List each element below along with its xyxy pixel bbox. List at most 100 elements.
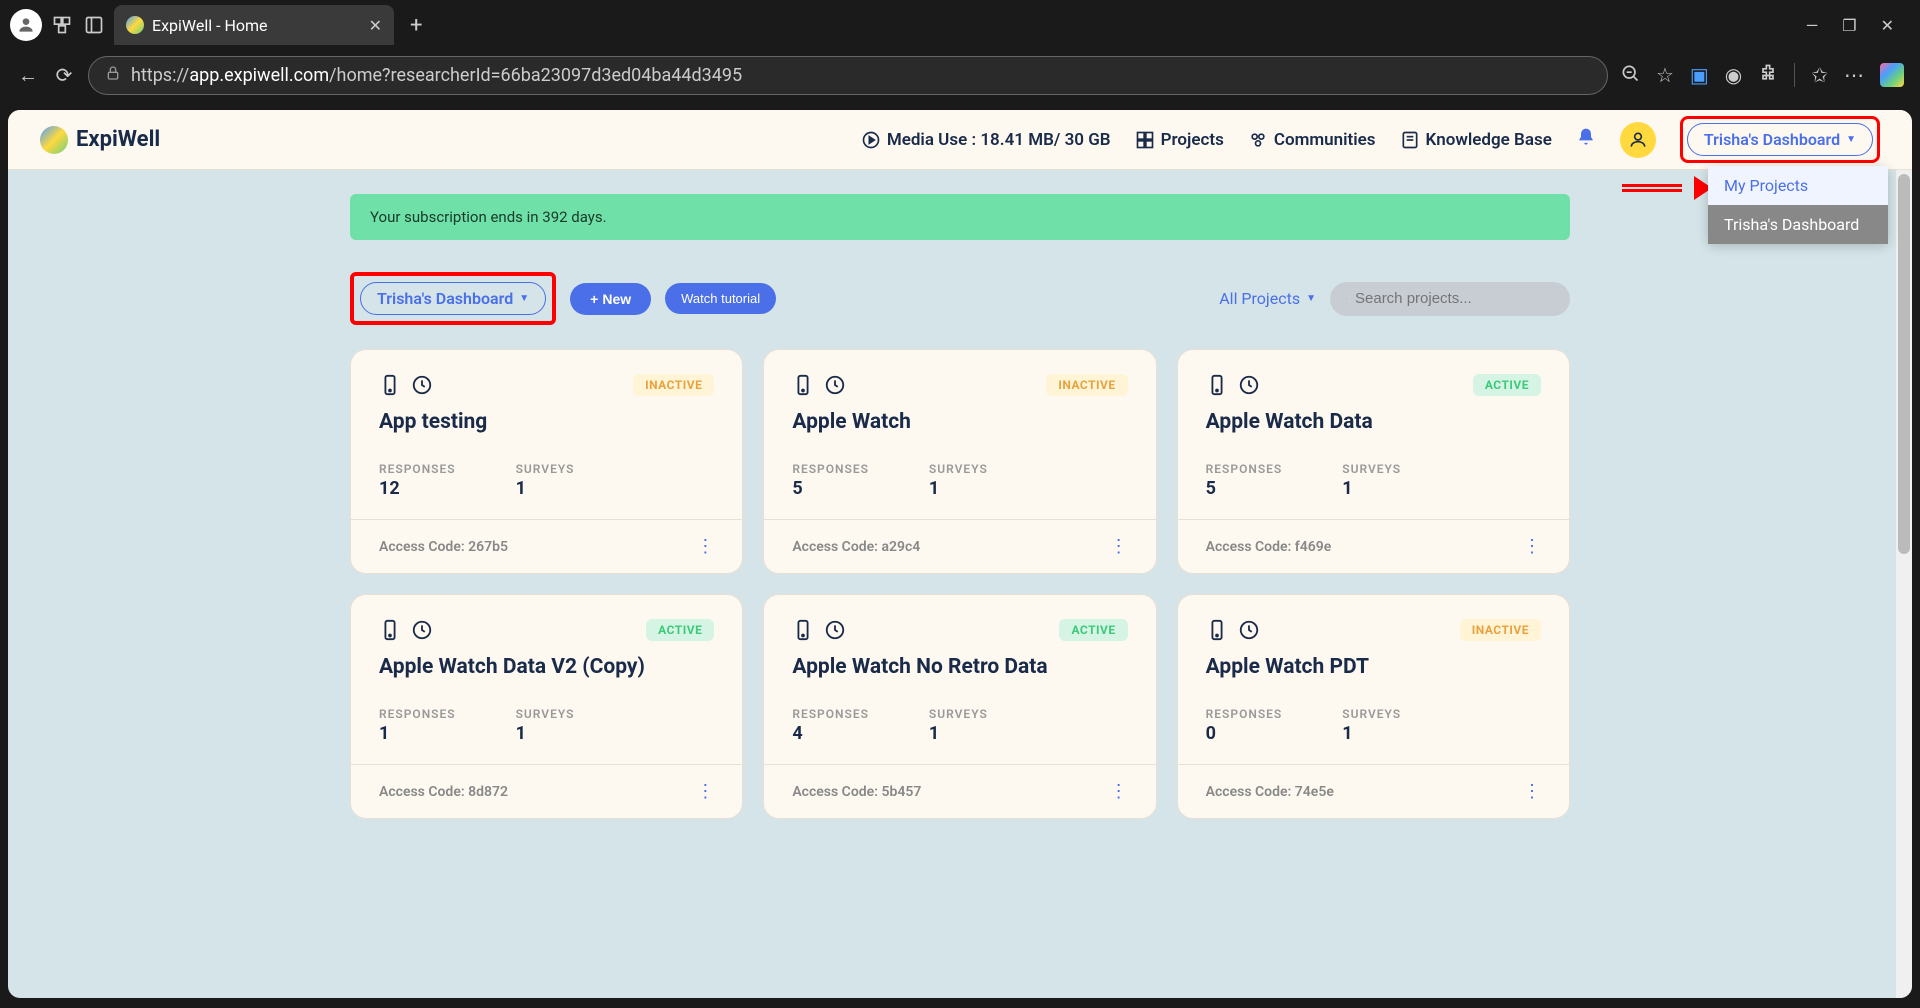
dropdown-item-my-projects[interactable]: My Projects (1708, 166, 1888, 205)
dropdown-item-trishas-dashboard[interactable]: Trisha's Dashboard (1708, 205, 1888, 244)
logo-icon (40, 126, 68, 154)
watch-tutorial-button[interactable]: Watch tutorial (665, 283, 776, 314)
dashboard-dropdown-header[interactable]: Trisha's Dashboard ▼ (1687, 123, 1873, 156)
surveys-value: 1 (516, 478, 575, 499)
card-device-icons (379, 374, 433, 396)
refresh-button[interactable]: ⟳ (52, 63, 76, 87)
card-device-icons (792, 619, 846, 641)
project-title: Apple Watch (792, 410, 1127, 434)
toolbar-icons: ☆ ▣ ◉ ✩ ⋯ (1620, 63, 1904, 88)
surveys-label: SURVEYS (1342, 707, 1401, 721)
clock-icon (824, 374, 846, 396)
nav-projects[interactable]: Projects (1135, 130, 1224, 150)
clock-icon (1238, 619, 1260, 641)
close-window-icon[interactable]: ✕ (1881, 16, 1894, 35)
annotation-rect-header: Trisha's Dashboard ▼ (1680, 116, 1880, 163)
phone-icon (792, 374, 814, 396)
responses-value: 4 (792, 723, 869, 744)
responses-label: RESPONSES (1206, 462, 1283, 476)
minimize-icon[interactable]: — (1806, 16, 1819, 35)
responses-label: RESPONSES (1206, 707, 1283, 721)
projects-filter-dropdown[interactable]: All Projects ▼ (1219, 289, 1316, 308)
status-badge: INACTIVE (1460, 619, 1541, 641)
card-menu-icon[interactable]: ⋮ (1110, 781, 1128, 802)
address-bar[interactable]: https://app.expiwell.com/home?researcher… (88, 56, 1608, 95)
new-tab-button[interactable]: + (410, 13, 422, 38)
user-avatar[interactable] (1620, 122, 1656, 158)
surveys-label: SURVEYS (516, 462, 575, 476)
favorites-bar-icon[interactable]: ✩ (1811, 63, 1828, 87)
surveys-label: SURVEYS (929, 707, 988, 721)
project-card[interactable]: ACTIVE Apple Watch Data RESPONSES 5 SURV… (1177, 349, 1570, 574)
media-use: Media Use : 18.41 MB/ 30 GB (861, 130, 1111, 150)
project-title: Apple Watch Data (1206, 410, 1541, 434)
new-project-button[interactable]: + New (570, 283, 651, 315)
search-box[interactable] (1330, 282, 1570, 316)
phone-icon (379, 374, 401, 396)
project-card[interactable]: INACTIVE App testing RESPONSES 12 SURVEY… (350, 349, 743, 574)
responses-label: RESPONSES (792, 462, 869, 476)
phone-icon (792, 619, 814, 641)
project-title: Apple Watch PDT (1206, 655, 1541, 679)
favorite-icon[interactable]: ☆ (1656, 63, 1674, 87)
tab-close-icon[interactable]: ✕ (369, 16, 382, 35)
logo-text: ExpiWell (76, 127, 160, 152)
scrollbar-thumb[interactable] (1898, 174, 1910, 554)
clock-icon (824, 619, 846, 641)
clock-icon (411, 374, 433, 396)
responses-value: 5 (792, 478, 869, 499)
tab-title: ExpiWell - Home (152, 16, 268, 35)
project-card[interactable]: ACTIVE Apple Watch No Retro Data RESPONS… (763, 594, 1156, 819)
divider (1794, 63, 1795, 87)
project-card[interactable]: INACTIVE Apple Watch PDT RESPONSES 0 SUR… (1177, 594, 1570, 819)
surveys-label: SURVEYS (516, 707, 575, 721)
grammar-icon[interactable]: ◉ (1725, 63, 1742, 87)
notification-bell-icon[interactable] (1576, 127, 1596, 152)
responses-value: 0 (1206, 723, 1283, 744)
sidebar-toggle-icon[interactable] (82, 13, 106, 37)
nav-knowledge-base[interactable]: Knowledge Base (1400, 130, 1552, 150)
search-icon (1346, 290, 1347, 308)
copilot-icon[interactable] (1880, 63, 1904, 87)
app-viewport: ExpiWell Media Use : 18.41 MB/ 30 GB Pro… (8, 110, 1912, 998)
card-device-icons (792, 374, 846, 396)
responses-value: 5 (1206, 478, 1283, 499)
back-button[interactable]: ← (16, 63, 40, 88)
url-bar: ← ⟳ https://app.expiwell.com/home?resear… (0, 50, 1920, 100)
chevron-down-icon: ▼ (1846, 134, 1856, 145)
annotation-arrow (1622, 178, 1702, 198)
surveys-value: 1 (929, 723, 988, 744)
surveys-label: SURVEYS (1342, 462, 1401, 476)
collections-icon[interactable]: ▣ (1690, 63, 1709, 87)
card-menu-icon[interactable]: ⋮ (1523, 781, 1541, 802)
card-menu-icon[interactable]: ⋮ (696, 781, 714, 802)
extensions-icon[interactable] (1758, 63, 1778, 88)
status-badge: ACTIVE (646, 619, 714, 641)
browser-tab[interactable]: ExpiWell - Home ✕ (114, 5, 394, 45)
card-menu-icon[interactable]: ⋮ (1523, 536, 1541, 557)
card-menu-icon[interactable]: ⋮ (696, 536, 714, 557)
controls-row: Trisha's Dashboard ▼ + New Watch tutoria… (350, 272, 1570, 325)
scrollbar[interactable] (1896, 170, 1912, 998)
responses-value: 1 (379, 723, 456, 744)
phone-icon (1206, 619, 1228, 641)
search-input[interactable] (1355, 290, 1554, 307)
more-menu-icon[interactable]: ⋯ (1844, 63, 1864, 87)
app-body: Your subscription ends in 392 days. Tris… (8, 170, 1912, 998)
zoom-icon[interactable] (1620, 63, 1640, 88)
workspaces-icon[interactable] (50, 13, 74, 37)
project-card[interactable]: ACTIVE Apple Watch Data V2 (Copy) RESPON… (350, 594, 743, 819)
subscription-banner: Your subscription ends in 392 days. (350, 194, 1570, 240)
surveys-value: 1 (1342, 478, 1401, 499)
responses-label: RESPONSES (379, 707, 456, 721)
card-menu-icon[interactable]: ⋮ (1110, 536, 1128, 557)
project-card[interactable]: INACTIVE Apple Watch RESPONSES 5 SURVEYS… (763, 349, 1156, 574)
phone-icon (379, 619, 401, 641)
dashboard-dropdown-body[interactable]: Trisha's Dashboard ▼ (360, 282, 546, 315)
nav-communities[interactable]: Communities (1248, 130, 1376, 150)
maximize-icon[interactable]: ❐ (1842, 16, 1856, 35)
logo[interactable]: ExpiWell (40, 126, 160, 154)
access-code: Access Code: 8d872 (379, 784, 508, 800)
access-code: Access Code: 267b5 (379, 539, 508, 555)
profile-icon[interactable] (10, 9, 42, 41)
